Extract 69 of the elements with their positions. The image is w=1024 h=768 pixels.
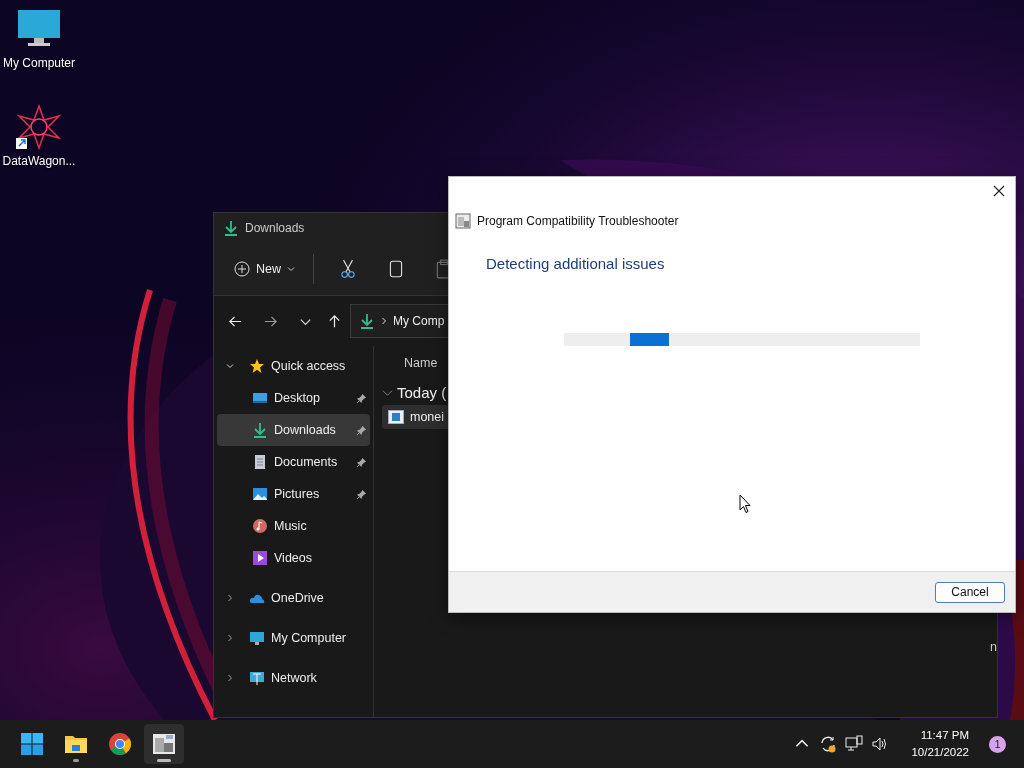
sidebar-label: Quick access bbox=[271, 359, 346, 373]
monitor-icon bbox=[249, 630, 265, 646]
document-icon bbox=[252, 454, 268, 470]
troubleshooter-icon bbox=[455, 213, 471, 229]
picture-icon bbox=[252, 486, 268, 502]
chevron-right-icon[interactable] bbox=[225, 593, 235, 603]
sidebar-item[interactable]: Downloads bbox=[217, 414, 370, 446]
sidebar-label: Music bbox=[274, 519, 308, 533]
sidebar-item[interactable]: Quick access bbox=[217, 350, 370, 382]
address-text: My Comp bbox=[393, 314, 445, 328]
network-icon[interactable] bbox=[845, 735, 864, 753]
clock-date: 10/21/2022 bbox=[911, 745, 969, 760]
sidebar-label: Desktop bbox=[274, 391, 321, 405]
window-title: Downloads bbox=[245, 221, 305, 235]
browser-icon[interactable] bbox=[108, 732, 132, 756]
sidebar-label: Downloads bbox=[274, 423, 337, 437]
cancel-button[interactable]: Cancel bbox=[935, 581, 1005, 603]
pin-icon[interactable] bbox=[356, 488, 367, 500]
music-icon bbox=[252, 518, 268, 534]
network-icon bbox=[249, 670, 265, 686]
notification-badge[interactable]: 1 bbox=[989, 735, 1006, 753]
sidebar-label: Documents bbox=[274, 455, 339, 469]
chevron-right-icon bbox=[380, 317, 388, 325]
sync-icon[interactable] bbox=[819, 735, 838, 753]
mouse-pointer-icon bbox=[739, 494, 751, 514]
sidebar-label: OneDrive bbox=[271, 591, 324, 605]
pin-icon[interactable] bbox=[356, 424, 367, 436]
desktop-icon-label: DataWagon... bbox=[2, 154, 76, 168]
up-arrow-icon[interactable] bbox=[327, 313, 342, 329]
sidebar-label: Pictures bbox=[274, 487, 321, 501]
sidebar-item[interactable]: Videos bbox=[217, 542, 370, 574]
text-fragment: n bbox=[990, 640, 997, 654]
sidebar-item[interactable]: Desktop bbox=[217, 382, 370, 414]
chevron-right-icon[interactable] bbox=[225, 633, 235, 643]
caret-icon bbox=[287, 265, 295, 273]
dialog-heading: Detecting additional issues bbox=[486, 255, 666, 272]
download-icon bbox=[223, 220, 239, 236]
desktop-icon bbox=[252, 390, 268, 406]
sidebar-label: Network bbox=[271, 671, 317, 685]
desktop-icon-label: My Computer bbox=[3, 56, 75, 70]
plus-icon bbox=[234, 261, 250, 277]
sidebar-item[interactable]: Network bbox=[217, 662, 370, 694]
clock[interactable]: 11:47 PM 10/21/2022 bbox=[911, 727, 969, 761]
star-icon bbox=[249, 358, 265, 374]
download-icon bbox=[359, 313, 375, 329]
cut-icon[interactable] bbox=[339, 259, 357, 279]
group-header: Today ( bbox=[397, 383, 447, 401]
video-icon bbox=[252, 550, 268, 566]
sidebar-item[interactable]: OneDrive bbox=[217, 582, 370, 614]
sidebar-item[interactable]: Music bbox=[217, 510, 370, 542]
start-icon[interactable] bbox=[20, 732, 44, 756]
star-emblem-icon[interactable] bbox=[16, 104, 62, 150]
new-button[interactable]: New bbox=[226, 255, 303, 283]
chevron-right-icon[interactable] bbox=[225, 673, 235, 683]
sidebar-item[interactable]: Pictures bbox=[217, 478, 370, 510]
pin-icon[interactable] bbox=[356, 392, 367, 404]
sidebar-item[interactable]: My Computer bbox=[217, 622, 370, 654]
pin-icon[interactable] bbox=[356, 456, 367, 468]
copy-icon[interactable] bbox=[387, 259, 405, 279]
dialog-title: Program Compatibility Troubleshooter bbox=[477, 214, 679, 228]
sidebar-label: Videos bbox=[274, 551, 313, 565]
close-icon bbox=[993, 185, 1005, 197]
download-icon bbox=[252, 422, 268, 438]
file-name: monei bbox=[410, 410, 445, 424]
clock-time: 11:47 PM bbox=[920, 728, 969, 743]
film-icon bbox=[388, 409, 404, 425]
sidebar-item[interactable]: Documents bbox=[217, 446, 370, 478]
sidebar-label: My Computer bbox=[271, 631, 347, 645]
troubleshooter-icon[interactable] bbox=[152, 732, 176, 756]
